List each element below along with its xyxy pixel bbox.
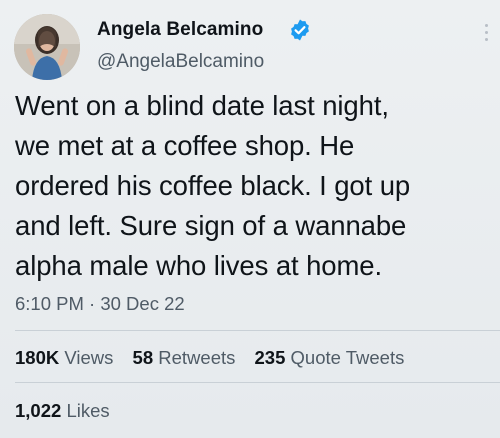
tweet-text-line: alpha male who lives at home. [15,250,383,281]
quotes-count: 235 [254,347,286,368]
views-count: 180K [15,347,60,368]
views-stat[interactable]: 180K Views [15,347,113,369]
retweets-label: Retweets [158,347,236,368]
retweets-stat[interactable]: 58 Retweets [133,347,236,369]
verified-badge-icon [291,19,309,41]
quotes-label: Quote Tweets [290,347,405,368]
tweet-card: Angela Belcamino @AngelaBelcamino Went o… [0,0,500,438]
retweets-count: 58 [132,347,154,368]
tweet-text-line: Went on a blind date last night, [15,90,389,121]
avatar[interactable] [14,14,80,80]
divider [15,382,500,383]
views-label: Views [64,347,114,368]
tweet-text-line: ordered his coffee black. I got up [15,170,411,201]
tweet-text: Went on a blind date last night, we met … [15,86,495,286]
likes-count: 1,022 [15,400,62,421]
likes-stat[interactable]: 1,022 Likes [15,400,110,422]
likes-label: Likes [66,400,110,421]
display-name[interactable]: Angela Belcamino [97,19,263,41]
user-handle[interactable]: @AngelaBelcamino [97,51,264,73]
divider [15,330,500,331]
quote-tweets-stat[interactable]: 235 Quote Tweets [255,347,405,369]
profile-photo-icon [14,14,80,80]
engagement-stats: 180K Views 58 Retweets 235 Quote Tweets [15,347,418,369]
tweet-text-line: we met at a coffee shop. He [15,130,355,161]
more-options-icon[interactable] [484,24,490,46]
tweet-timestamp[interactable]: 6:10 PM · 30 Dec 22 [15,293,185,315]
tweet-text-line: and left. Sure sign of a wannabe [15,210,407,241]
